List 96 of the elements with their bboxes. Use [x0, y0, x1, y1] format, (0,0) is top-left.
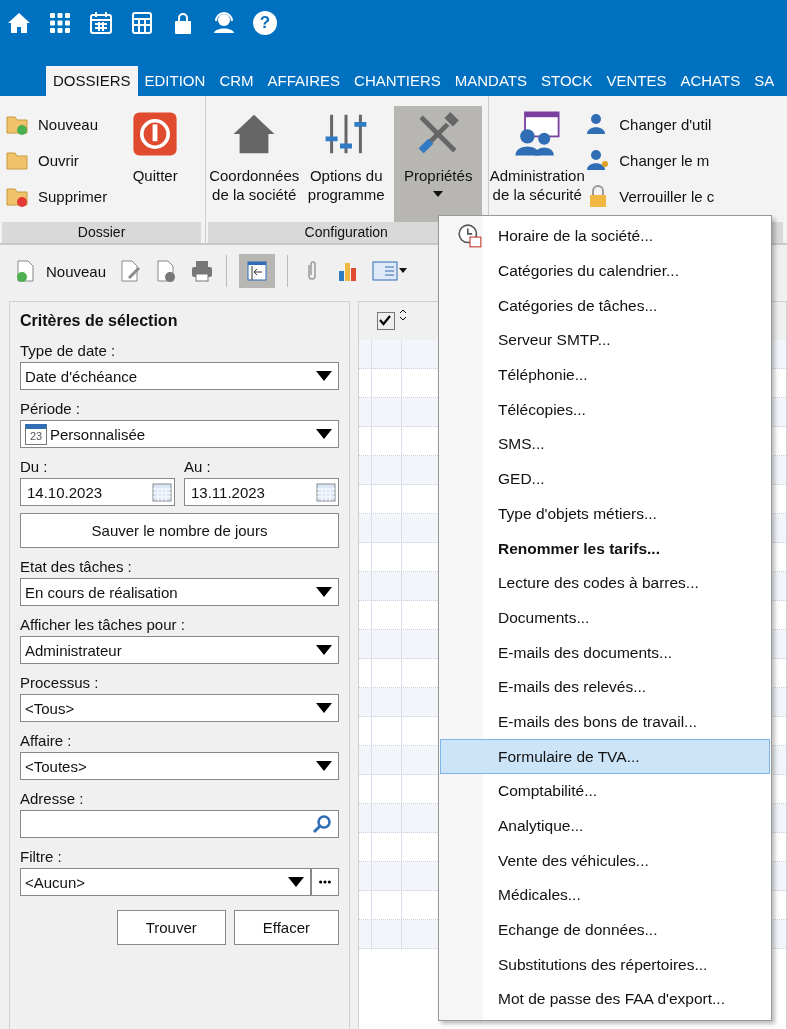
save-days-button[interactable]: Sauver le nombre de jours	[20, 513, 339, 548]
collapse-panel-button[interactable]	[239, 254, 276, 288]
ribbon-tab[interactable]: EDITION	[137, 66, 213, 96]
checkbox[interactable]	[377, 312, 395, 330]
date-field[interactable]: 14.10.2023	[20, 478, 175, 506]
field-label: Afficher les tâches pour :	[20, 616, 186, 633]
ribbon-button[interactable]: Coordonnées de la société	[210, 106, 299, 222]
menu-item[interactable]: E-mails des relevés...	[440, 669, 770, 705]
sort-icon[interactable]	[399, 309, 407, 321]
more-button[interactable]	[311, 868, 339, 896]
print-icon[interactable]	[190, 259, 215, 283]
menu-item[interactable]: Renommer les tarifs...	[440, 531, 770, 566]
ribbon-tab[interactable]: SA	[747, 66, 782, 96]
calendar-icon: 23	[25, 423, 47, 445]
menu-item[interactable]: Vente des véhicules...	[440, 843, 770, 879]
field-label: Période :	[20, 400, 82, 417]
dropdown-arrow-icon	[316, 587, 332, 597]
field-label: Affaire :	[20, 732, 73, 749]
dropdown[interactable]: <Toutes>	[20, 752, 339, 780]
calendar-icon	[316, 482, 336, 502]
ribbon-button[interactable]: Changer le m	[585, 146, 715, 174]
panel-title: Critères de sélection	[20, 312, 179, 330]
menu-item[interactable]: Serveur SMTP...	[440, 323, 770, 358]
calculator-icon[interactable]	[130, 11, 154, 35]
menu-item[interactable]: E-mails des documents...	[440, 635, 770, 670]
ribbon-tab[interactable]: MANDATS	[447, 66, 534, 96]
ribbon-button[interactable]: Quitter	[111, 106, 200, 222]
dropdown[interactable]: Date d'échéance	[20, 362, 339, 390]
dropdown[interactable]: Administrateur	[20, 636, 339, 664]
menu-item[interactable]: Catégories de tâches...	[440, 288, 770, 324]
calendar-icon	[152, 482, 172, 502]
ribbon-button[interactable]: Supprimer	[4, 182, 108, 210]
ribbon-tab[interactable]: CRM	[212, 66, 261, 96]
menu-item[interactable]: E-mails des bons de travail...	[440, 704, 770, 740]
ribbon-tab[interactable]: CHANTIERS	[347, 66, 448, 96]
ribbon-button[interactable]: Propriétés	[394, 106, 483, 222]
dropdown[interactable]: 23 Personnalisée	[20, 420, 339, 448]
dropdown[interactable]: <Aucun>	[20, 868, 311, 896]
menu-item[interactable]: Catégories du calendrier...	[440, 253, 770, 289]
field-label: Adresse :	[20, 790, 85, 807]
edit-document-icon[interactable]	[118, 259, 143, 283]
menu-item[interactable]: Lecture des codes à barres...	[440, 565, 770, 601]
ribbon-button[interactable]: Changer d'util	[585, 110, 715, 138]
ribbon-button[interactable]: Options du programme	[302, 106, 391, 222]
menu-item[interactable]: Type d'objets métiers...	[440, 496, 770, 532]
help-icon[interactable]: ?	[253, 11, 277, 35]
ribbon-button[interactable]: Ouvrir	[4, 146, 108, 174]
menu-item[interactable]: Médicales...	[440, 878, 770, 913]
group-label: Dossier	[2, 222, 202, 243]
ribbon-tab[interactable]: DOSSIERS	[46, 66, 138, 96]
ellipsis-icon	[318, 880, 332, 884]
new-button[interactable]: Nouveau	[14, 259, 107, 283]
calendar-icon[interactable]	[89, 11, 113, 35]
address-field[interactable]	[20, 810, 339, 838]
grid-icon[interactable]	[48, 11, 72, 35]
field-label: Processus :	[20, 674, 100, 691]
menu-item[interactable]: Téléphonie...	[440, 357, 770, 393]
menu-item[interactable]: Formulaire de TVA...	[440, 739, 770, 774]
dropdown-arrow-icon	[288, 877, 304, 887]
date-field[interactable]: 13.11.2023	[184, 478, 339, 506]
field-label: Du :	[20, 458, 49, 475]
dropdown[interactable]: En cours de réalisation	[20, 578, 339, 606]
field-label: Au :	[184, 458, 212, 475]
menu-item[interactable]: Echange de données...	[440, 912, 770, 948]
dropdown-arrow-icon	[316, 429, 332, 439]
search-icon	[312, 814, 332, 834]
ribbon-tab[interactable]: VENTES	[599, 66, 674, 96]
dropdown[interactable]: <Tous>	[20, 694, 339, 722]
ribbon-tab[interactable]: STOCK	[534, 66, 600, 96]
dropdown-arrow-icon	[316, 371, 332, 381]
menu-item[interactable]: Analytique...	[440, 808, 770, 844]
menu-item[interactable]: SMS...	[440, 427, 770, 462]
menu-item[interactable]: Télécopies...	[440, 392, 770, 428]
ribbon-tab[interactable]: AFFAIRES	[260, 66, 348, 96]
caret-icon	[433, 191, 444, 197]
users-icon	[513, 110, 562, 158]
ribbon-tab[interactable]: ACHATS	[673, 66, 748, 96]
dropdown-arrow-icon	[316, 703, 332, 713]
dropdown-arrow-icon	[316, 645, 332, 655]
menu-item[interactable]: Comptabilité...	[440, 774, 770, 809]
field-label: Etat des tâches :	[20, 558, 133, 575]
menu-item[interactable]: GED...	[440, 461, 770, 497]
menu-item[interactable]: Substitutions des répertoires...	[440, 947, 770, 983]
power-icon	[131, 110, 180, 158]
form-button[interactable]: Trouver	[116, 910, 226, 945]
headset-icon[interactable]	[212, 11, 236, 35]
menu-item[interactable]: Documents...	[440, 600, 770, 636]
dropdown-arrow-icon	[316, 761, 332, 771]
ribbon-button[interactable]: Verrouiller le c	[585, 182, 715, 210]
menu-item[interactable]: Mot de passe des FAA d'export...	[440, 982, 770, 1017]
field-label: Filtre :	[20, 848, 63, 865]
form-button[interactable]: Effacer	[233, 910, 339, 945]
field-label: Type de date :	[20, 342, 117, 359]
ribbon-button[interactable]: Nouveau	[4, 110, 108, 138]
list-view-icon[interactable]	[372, 259, 409, 283]
home-icon[interactable]	[7, 11, 31, 35]
